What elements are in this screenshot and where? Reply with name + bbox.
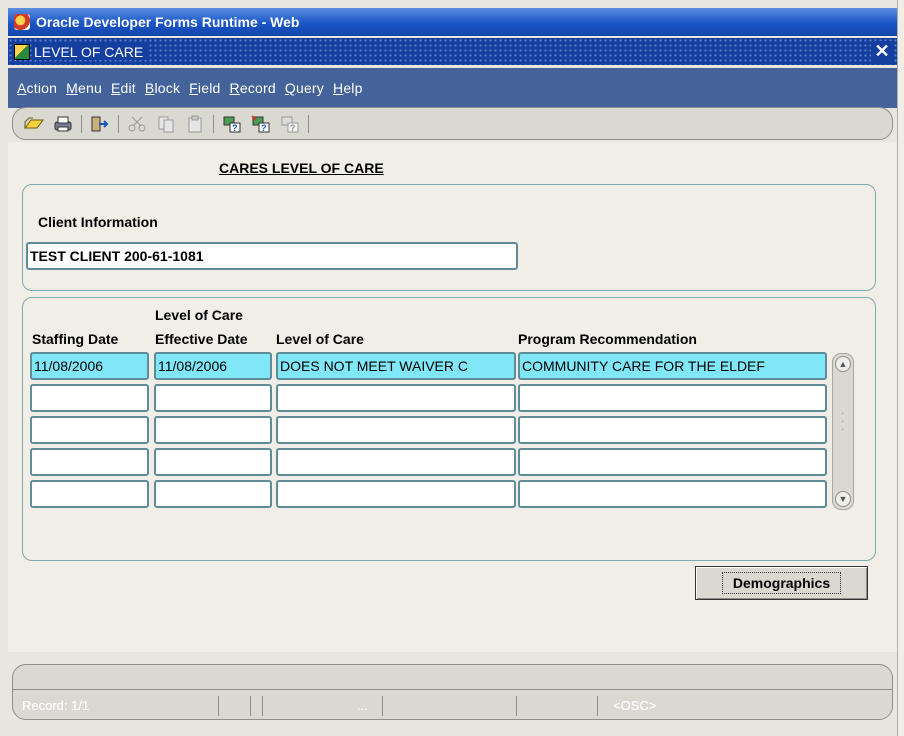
staffing-date-cell[interactable] [30, 416, 149, 444]
toolbar-separator [308, 114, 309, 133]
menu-edit[interactable]: Edit [111, 80, 136, 96]
browser-title-bar: Oracle Developer Forms Runtime - Web [8, 8, 897, 36]
effective-date-cell[interactable] [154, 480, 272, 508]
scroll-up-icon[interactable]: ▲ [835, 356, 851, 372]
status-divider [262, 696, 263, 716]
program-recommendation-cell[interactable] [518, 448, 827, 476]
program-recommendation-cell[interactable]: COMMUNITY CARE FOR THE ELDEF [518, 352, 827, 380]
form-canvas: CARES LEVEL OF CARE Client Information T… [8, 142, 897, 652]
menu-block[interactable]: Block [145, 80, 180, 96]
menu-record[interactable]: Record [230, 80, 276, 96]
menu-action[interactable]: Action [17, 80, 57, 96]
effective-date-cell[interactable] [154, 384, 272, 412]
status-ellipsis: ... [357, 698, 368, 713]
paste-icon[interactable] [184, 113, 206, 135]
form-window-title-bar: LEVEL OF CARE ✕ [8, 38, 897, 65]
level-of-care-cell[interactable] [276, 384, 516, 412]
enter-query-icon[interactable]: ? [221, 113, 243, 135]
osc-indicator: <OSC> [613, 698, 657, 713]
program-recommendation-cell[interactable] [518, 384, 827, 412]
menu-menu[interactable]: Menu [66, 80, 102, 96]
column-header-program-recommendation: Program Recommendation [518, 331, 697, 347]
column-header-staffing-date: Staffing Date [32, 331, 119, 347]
svg-text:?: ? [261, 123, 267, 133]
effective-date-cell[interactable]: 11/08/2006 [154, 352, 272, 380]
status-bar: Record: 1/1 ... <OSC> [12, 689, 893, 721]
form-window-title: LEVEL OF CARE [34, 43, 150, 60]
close-icon[interactable]: ✕ [871, 40, 893, 63]
level-of-care-cell[interactable]: DOES NOT MEET WAIVER C [276, 352, 516, 380]
menu-bar: Action Menu Edit Block Field Record Quer… [8, 68, 897, 108]
svg-text:?: ? [232, 123, 238, 133]
toolbar-separator [213, 114, 214, 133]
status-divider [597, 696, 598, 716]
toolbar-separator [81, 114, 82, 133]
toolbar-separator [118, 114, 119, 133]
status-divider [382, 696, 383, 716]
status-divider [250, 696, 251, 716]
level-of-care-cell[interactable] [276, 448, 516, 476]
client-field[interactable]: TEST CLIENT 200-61-1081 [26, 242, 518, 270]
oracle-app-icon [14, 14, 30, 30]
record-count: Record: 1/1 [22, 698, 90, 713]
form-icon [14, 43, 30, 60]
effective-date-cell[interactable] [154, 448, 272, 476]
cut-icon[interactable] [126, 113, 148, 135]
status-divider [516, 696, 517, 716]
staffing-date-cell[interactable] [30, 384, 149, 412]
level-of-care-cell[interactable] [276, 480, 516, 508]
status-divider [218, 696, 219, 716]
scroll-down-icon[interactable]: ▼ [835, 491, 851, 507]
print-icon[interactable] [52, 113, 74, 135]
menu-query[interactable]: Query [285, 80, 324, 96]
program-recommendation-cell[interactable] [518, 480, 827, 508]
cancel-query-icon[interactable]: ? [279, 113, 301, 135]
program-recommendation-cell[interactable] [518, 416, 827, 444]
records-scrollbar[interactable]: ▲ · · · ▼ [832, 353, 854, 510]
menu-field[interactable]: Field [189, 80, 220, 96]
execute-query-icon[interactable]: ? [250, 113, 272, 135]
page-title: CARES LEVEL OF CARE [219, 160, 384, 176]
client-information-frame [22, 184, 876, 291]
menu-help[interactable]: Help [333, 80, 363, 96]
svg-text:?: ? [290, 123, 296, 133]
staffing-date-cell[interactable] [30, 448, 149, 476]
toolbar: ? ? ? [12, 107, 893, 140]
demographics-button-label: Demographics [721, 572, 842, 594]
client-information-label: Client Information [38, 214, 158, 230]
demographics-button[interactable]: Demographics [695, 566, 868, 600]
column-header-level-of-care: Level of Care [276, 331, 364, 347]
save-icon[interactable] [23, 113, 45, 135]
scroll-grip-icon[interactable]: · · · [841, 409, 844, 435]
column-header-effective-date-top: Level of Care [155, 307, 243, 323]
staffing-date-cell[interactable]: 11/08/2006 [30, 352, 149, 380]
copy-icon[interactable] [155, 113, 177, 135]
staffing-date-cell[interactable] [30, 480, 149, 508]
browser-title: Oracle Developer Forms Runtime - Web [36, 14, 300, 30]
column-header-effective-date: Effective Date [155, 331, 248, 347]
bottom-background [0, 720, 897, 736]
effective-date-cell[interactable] [154, 416, 272, 444]
exit-icon[interactable] [89, 113, 111, 135]
level-of-care-cell[interactable] [276, 416, 516, 444]
